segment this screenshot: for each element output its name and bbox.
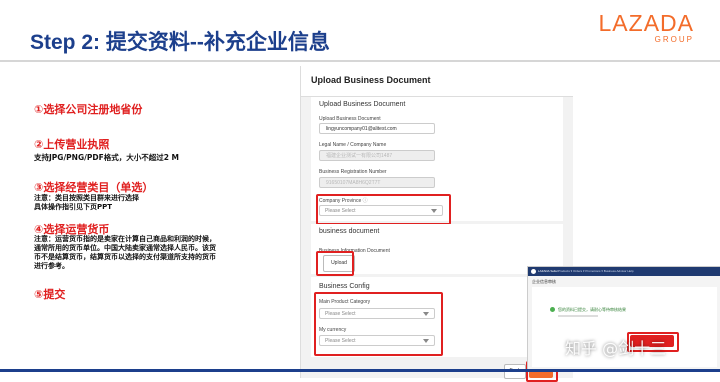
inset-menu: Products ▾ Orders ▾ Promotions ▾ Busines… [558, 269, 634, 273]
step-4-note-line-4: 进行参考。 [34, 262, 69, 270]
legal-name-label: Legal Name / Company Name [319, 142, 387, 148]
seller-logo-icon [531, 269, 536, 274]
registration-number-label: Business Registration Number [319, 169, 387, 175]
email-label: Upload Business Document [319, 116, 381, 122]
slide-title: Step 2: 提交资料--补充企业信息 [30, 31, 330, 54]
inset-brand: LAZADA Seller [538, 269, 559, 273]
section-title-upload-document: Upload Business Document [319, 101, 406, 108]
step-3-note-line-2: 具体操作指引见下页PPT [34, 203, 113, 211]
inset-top-nav: LAZADA Seller Products ▾ Orders ▾ Promot… [528, 267, 720, 276]
logo-subtext: GROUP [654, 35, 694, 44]
step-5-label: ⑤提交 [34, 288, 66, 301]
form-header-title: Upload Business Document [311, 75, 431, 85]
step-1-label: ①选择公司注册地省份 [34, 103, 143, 116]
watermark: 知乎 @剑十三 [565, 339, 667, 358]
legal-name-field[interactable]: 福建企业测试一有限公司1487 [319, 150, 435, 161]
inset-message: 您的资料已提交，请耐心等待审核结果 [558, 307, 626, 312]
inset-subtext-line [558, 315, 598, 317]
highlight-business-config [314, 292, 443, 356]
section-title-business-document: business document [319, 228, 380, 235]
section-title-business-config: Business Config [319, 283, 370, 290]
success-icon [550, 307, 555, 312]
form-header: Upload Business Document [301, 66, 573, 97]
registration-number-field[interactable]: 91650107MA8H6Q2T7T [319, 177, 435, 188]
title-divider [0, 60, 720, 62]
inset-page-title: 企业信息审核 [532, 279, 556, 284]
step-2-label: ②上传营业执照 [34, 138, 110, 151]
highlight-upload [316, 251, 354, 276]
footer-divider [0, 369, 720, 372]
email-field[interactable]: lingyuncompany01@alitest.com [319, 123, 435, 134]
logo-wordmark: LAZADA [598, 10, 694, 36]
lazada-logo: LAZADA GROUP [599, 11, 694, 44]
step-2-note: 支持JPG/PNG/PDF格式，大小不超过2 M [34, 153, 179, 162]
highlight-province [316, 194, 451, 225]
